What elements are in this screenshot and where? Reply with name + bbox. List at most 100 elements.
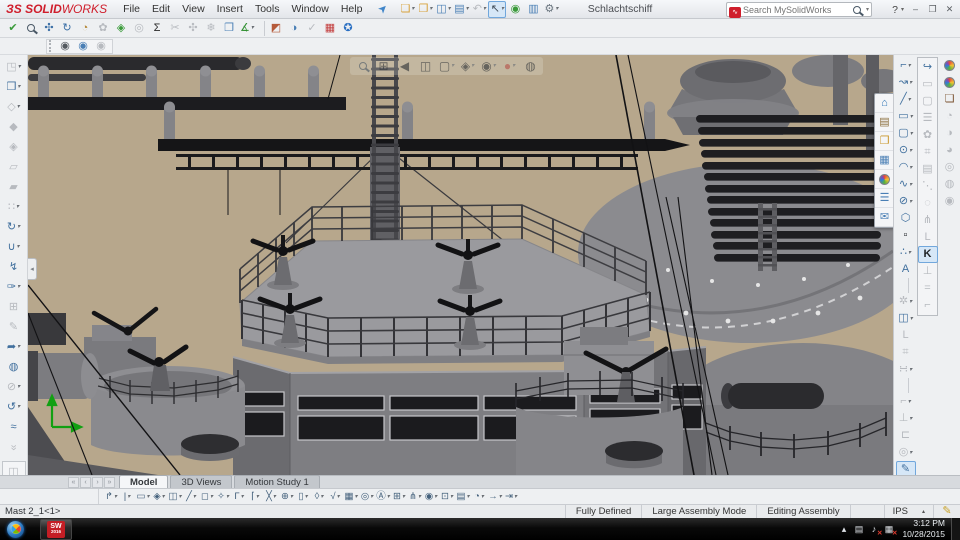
save-button[interactable]: ◫ ▾	[434, 1, 452, 18]
arc-tool-icon[interactable]: ◠ ▾	[896, 159, 916, 176]
icon[interactable]: Γ ▾	[231, 489, 247, 504]
hide-show-items-icon[interactable]: ◉ ▾	[478, 57, 499, 75]
menu-edit[interactable]: Edit	[146, 2, 176, 16]
view-orientation-icon[interactable]: ▢ ▾	[436, 57, 457, 75]
camera-disabled-icon[interactable]: ◉	[92, 38, 110, 55]
rectangle-tool-icon[interactable]: ▭ ▾	[896, 108, 916, 125]
menu-view[interactable]: View	[176, 2, 211, 16]
icon[interactable]: ▭ ▾	[135, 489, 151, 504]
recall-render-icon[interactable]: ◉	[940, 193, 960, 210]
icon[interactable]: √ ▾	[327, 489, 343, 504]
tangent-relation-icon[interactable]: ⌐	[918, 297, 938, 314]
icon[interactable]: ╳ ▾	[263, 489, 279, 504]
join-icon[interactable]: ◈	[2, 137, 26, 157]
merge-relation-icon[interactable]: ⋔	[918, 212, 938, 229]
pattern-icon[interactable]: ⊞	[2, 297, 26, 317]
scene-sphere-icon[interactable]	[940, 74, 960, 91]
tray-overflow-icon[interactable]: ▴	[836, 521, 851, 537]
print-button[interactable]: ▤ ▾	[452, 1, 470, 18]
quick-snaps-icon[interactable]: ◎ ▾	[896, 444, 916, 461]
linear-pattern-icon[interactable]: ∺ ▾	[896, 361, 916, 378]
electrical-route-icon[interactable]: ↯	[2, 257, 26, 277]
search-dropdown-icon[interactable]: ▾	[866, 6, 869, 13]
trim-entities-icon[interactable]: ⌐ ▾	[896, 393, 916, 410]
toolbar-grip[interactable]	[49, 40, 53, 52]
spline-tool-icon[interactable]: ∿ ▾	[896, 176, 916, 193]
grid-icon[interactable]: ⌗	[896, 344, 916, 361]
file-explorer-icon[interactable]: ❐	[875, 132, 893, 151]
convert-entities-icon[interactable]: ◫ ▾	[896, 310, 916, 327]
exploded-view-icon[interactable]: ↺ ▾	[2, 397, 26, 417]
icon[interactable]: ⇥ ▾	[503, 489, 519, 504]
taskbar-clock[interactable]: 3:12 PM 10/28/2015	[902, 518, 945, 539]
icon[interactable]: ▤ ▾	[455, 489, 471, 504]
assembly-feature-icon[interactable]: ◇ ▾	[2, 97, 26, 117]
fully-define-sketch-icon[interactable]: ▤	[918, 161, 938, 178]
icon[interactable]: ◻ ▾	[199, 489, 215, 504]
zoom-to-fit-icon[interactable]	[352, 57, 373, 75]
icon[interactable]: ◈ ▾	[151, 489, 167, 504]
render-region-icon[interactable]: ◕	[940, 142, 960, 159]
final-render-icon[interactable]: ◑	[940, 125, 960, 142]
move-component-icon[interactable]: ➦ ▾	[2, 337, 26, 357]
help-menu[interactable]: ? ▾	[892, 0, 904, 19]
large-design-review-icon[interactable]: ≈	[2, 417, 26, 437]
edit-appearance-icon[interactable]: ● ▾	[499, 57, 520, 75]
icon[interactable]: | ▾	[119, 489, 135, 504]
horizontal-dimension-icon[interactable]: ▭	[918, 76, 938, 93]
design-library-icon[interactable]: ▤	[875, 113, 893, 132]
cavity-icon[interactable]: ◆	[2, 117, 26, 137]
tab-scroll-prev-icon[interactable]: ‹	[80, 477, 91, 488]
slot-tool-icon[interactable]: ▢ ▾	[896, 125, 916, 142]
mirror-entities-icon[interactable]: ✲ ▾	[896, 293, 916, 310]
menu-window[interactable]: Window	[285, 2, 334, 16]
ellipse-tool-icon[interactable]: ⊘ ▾	[896, 193, 916, 210]
edit-component-icon[interactable]: ✎	[2, 317, 26, 337]
feature-button[interactable]: ✣	[184, 20, 202, 37]
undo-button[interactable]: ↶ ▾	[470, 1, 488, 18]
camera-icon[interactable]: ◉	[56, 38, 74, 55]
solidworks-resources-icon[interactable]: ⌂	[875, 94, 893, 113]
search-icon[interactable]	[848, 1, 866, 18]
chamfer-dimension-icon[interactable]: ✿	[918, 127, 938, 144]
verification-button[interactable]: ✓	[303, 20, 321, 37]
pushpin-icon[interactable]: ➤	[374, 1, 392, 18]
forum-icon[interactable]: ✉	[875, 208, 893, 227]
tray-action-center-icon[interactable]: ▤	[851, 521, 866, 537]
routing-icon[interactable]: ↻ ▾	[2, 217, 26, 237]
menu-help[interactable]: Help	[335, 2, 369, 16]
apply-scene-icon[interactable]: ◍	[520, 57, 541, 75]
tray-volume-muted-icon[interactable]: ♪ ✕	[866, 521, 883, 537]
minimize-button[interactable]: –	[907, 1, 924, 18]
show-hidden-icon[interactable]: ◍	[2, 357, 26, 377]
find-references-button[interactable]	[22, 20, 40, 37]
preview-render-icon[interactable]: ◔	[940, 108, 960, 125]
circular-relation-icon[interactable]: ◌	[918, 195, 938, 212]
icon[interactable]: ◎ ▾	[359, 489, 375, 504]
status-units[interactable]: IPS ▴	[883, 505, 933, 518]
icon[interactable]: ⊞ ▾	[391, 489, 407, 504]
menu-file[interactable]: File	[117, 2, 146, 16]
assembly-visualization-button[interactable]: ◩	[267, 20, 285, 37]
mysolidworks-search-input[interactable]	[741, 3, 848, 16]
tab-scroll-last-icon[interactable]: »	[104, 477, 115, 488]
offset-entities-icon[interactable]: L	[896, 327, 916, 344]
featuremanager-collapse-tab[interactable]: ◂	[28, 258, 37, 280]
sketch-pattern-icon[interactable]: ∴ ▾	[896, 244, 916, 261]
tab-3d-views[interactable]: 3D Views	[170, 475, 233, 488]
camera-record-icon[interactable]: ◉	[74, 38, 92, 55]
icon[interactable]: ◉ ▾	[423, 489, 439, 504]
line-tool-icon[interactable]: ╱ ▾	[896, 91, 916, 108]
icon[interactable]: ╱ ▾	[183, 489, 199, 504]
point-tool-icon[interactable]: ▫	[896, 227, 916, 244]
render-options-icon[interactable]: ◎	[940, 159, 960, 176]
viewport-3d-model[interactable]	[28, 55, 893, 475]
display-relations-icon[interactable]: ⊏	[896, 427, 916, 444]
tab-model[interactable]: Model	[119, 475, 169, 488]
solidworks-taskbar-button[interactable]: SW 2016	[40, 518, 72, 540]
polygon-tool-icon[interactable]: ⬡	[896, 210, 916, 227]
icon[interactable]: ⋔ ▾	[407, 489, 423, 504]
belt-icon[interactable]: ▰	[2, 177, 26, 197]
restore-button[interactable]: ❐	[924, 1, 941, 18]
menu-tools[interactable]: Tools	[249, 2, 286, 16]
